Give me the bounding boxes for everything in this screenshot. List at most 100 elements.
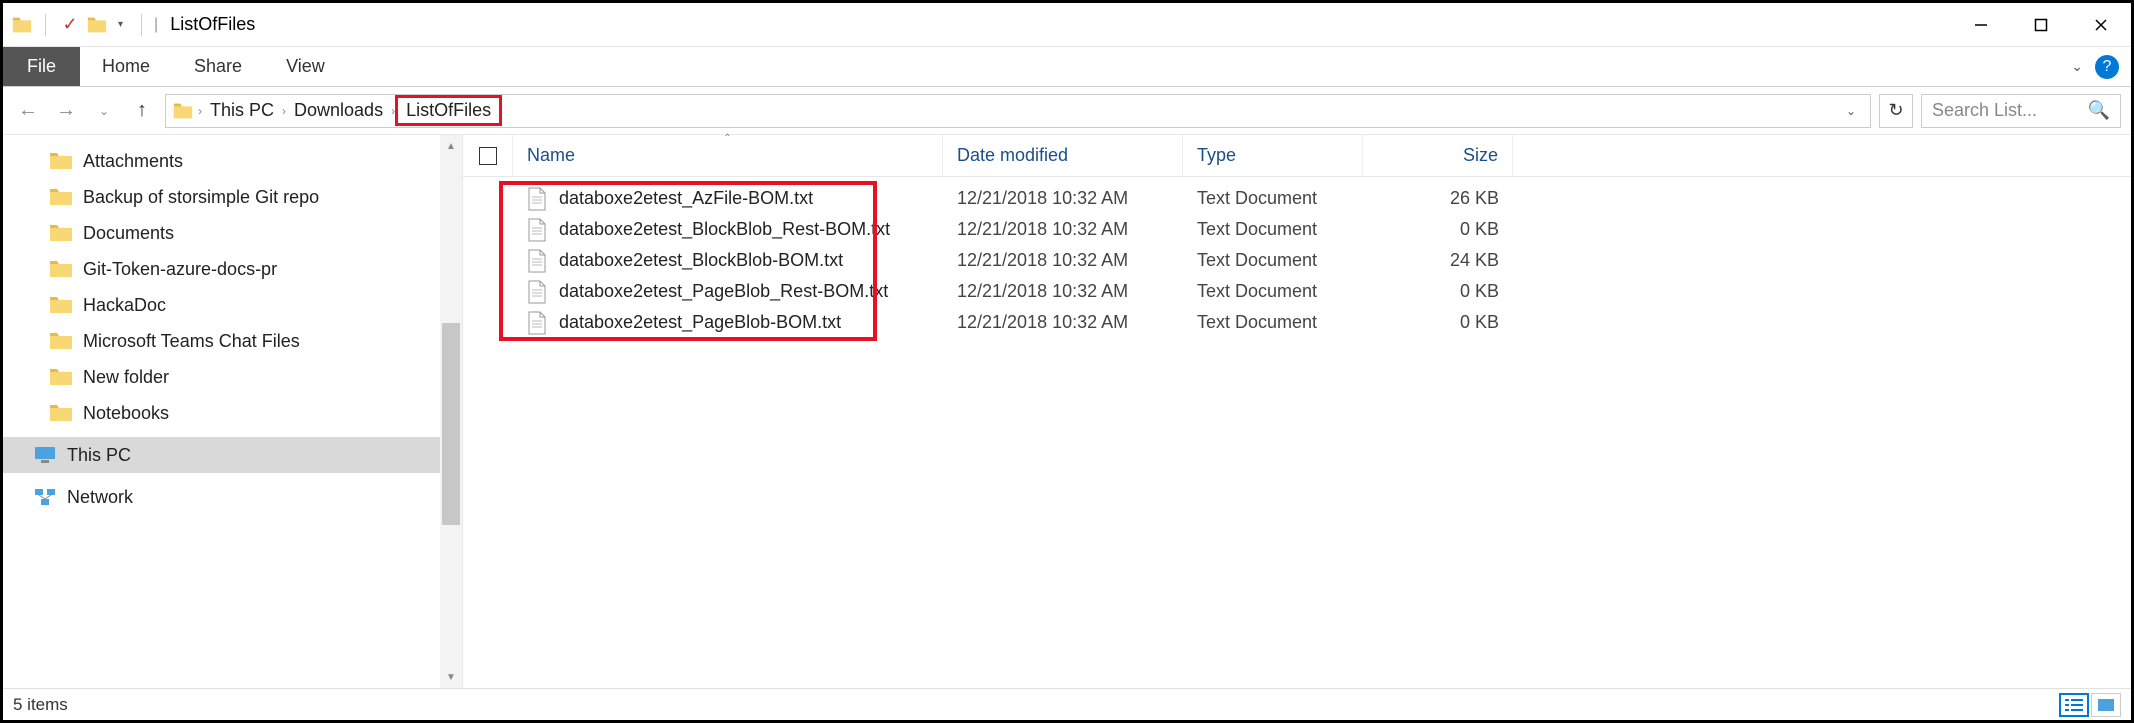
close-button[interactable]	[2071, 3, 2131, 47]
up-button[interactable]: ↑	[127, 96, 157, 126]
sidebar-item[interactable]: New folder	[3, 359, 462, 395]
sidebar-item-label: Attachments	[83, 151, 183, 172]
column-date[interactable]: Date modified	[943, 135, 1183, 176]
search-placeholder: Search List...	[1932, 100, 2037, 121]
file-date: 12/21/2018 10:32 AM	[943, 312, 1183, 333]
details-view-button[interactable]	[2059, 693, 2089, 717]
file-row[interactable]: databoxe2etest_BlockBlob_Rest-BOM.txt 12…	[463, 214, 2131, 245]
file-list: databoxe2etest_AzFile-BOM.txt 12/21/2018…	[463, 177, 2131, 338]
file-size: 26 KB	[1363, 188, 1513, 209]
breadcrumb[interactable]: This PC	[202, 100, 282, 121]
file-name: databoxe2etest_BlockBlob-BOM.txt	[559, 250, 843, 271]
column-checkbox[interactable]	[463, 135, 513, 176]
separator	[141, 14, 142, 36]
file-row[interactable]: databoxe2etest_AzFile-BOM.txt 12/21/2018…	[463, 183, 2131, 214]
file-row[interactable]: databoxe2etest_PageBlob-BOM.txt 12/21/20…	[463, 307, 2131, 338]
back-button[interactable]: ←	[13, 96, 43, 126]
folder-icon	[49, 151, 73, 171]
recent-dropdown-icon[interactable]: ⌄	[89, 96, 119, 126]
new-folder-icon[interactable]	[86, 14, 108, 36]
file-row[interactable]: databoxe2etest_BlockBlob-BOM.txt 12/21/2…	[463, 245, 2131, 276]
thumbnails-view-button[interactable]	[2091, 693, 2121, 717]
address-dropdown-icon[interactable]: ⌄	[1838, 104, 1864, 118]
maximize-button[interactable]	[2011, 3, 2071, 47]
file-date: 12/21/2018 10:32 AM	[943, 250, 1183, 271]
sidebar-item[interactable]: Documents	[3, 215, 462, 251]
ribbon-expand-icon[interactable]: ⌄	[2071, 58, 2083, 75]
folder-icon	[49, 331, 73, 351]
file-type: Text Document	[1183, 281, 1363, 302]
title-separator: |	[154, 16, 158, 34]
sidebar-item-label: HackaDoc	[83, 295, 166, 316]
folder-icon	[49, 223, 73, 243]
refresh-button[interactable]: ↻	[1879, 94, 1913, 128]
sidebar-item[interactable]: Backup of storsimple Git repo	[3, 179, 462, 215]
help-icon[interactable]: ?	[2095, 55, 2119, 79]
breadcrumb[interactable]: Downloads	[286, 100, 391, 121]
file-type: Text Document	[1183, 219, 1363, 240]
breadcrumb-current[interactable]: ListOfFiles	[395, 95, 502, 126]
minimize-button[interactable]	[1951, 3, 2011, 47]
sidebar-scrollbar[interactable]: ▲ ▼	[440, 135, 462, 688]
status-text: 5 items	[13, 695, 68, 715]
sidebar-item[interactable]: Notebooks	[3, 395, 462, 431]
file-type: Text Document	[1183, 312, 1363, 333]
sidebar-item-label: Documents	[83, 223, 174, 244]
sidebar-item-label: This PC	[67, 445, 131, 466]
tab-view[interactable]: View	[264, 47, 347, 86]
column-name[interactable]: ⌃Name	[513, 135, 943, 176]
sort-asc-icon: ⌃	[723, 133, 731, 144]
text-file-icon	[527, 280, 547, 304]
file-size: 0 KB	[1363, 312, 1513, 333]
column-size[interactable]: Size	[1363, 135, 1513, 176]
folder-icon	[49, 295, 73, 315]
sidebar-item-this-pc[interactable]: This PC	[3, 437, 462, 473]
file-name: databoxe2etest_PageBlob-BOM.txt	[559, 312, 841, 333]
folder-icon	[49, 259, 73, 279]
navigation-pane: Attachments Backup of storsimple Git rep…	[3, 135, 463, 688]
checkbox-icon[interactable]	[479, 147, 497, 165]
sidebar-item[interactable]: Attachments	[3, 143, 462, 179]
view-switcher	[2059, 693, 2121, 717]
scroll-down-icon[interactable]: ▼	[440, 666, 462, 688]
ribbon: File Home Share View ⌄ ?	[3, 47, 2131, 87]
text-file-icon	[527, 249, 547, 273]
sidebar-item[interactable]: Git-Token-azure-docs-pr	[3, 251, 462, 287]
text-file-icon	[527, 311, 547, 335]
column-type[interactable]: Type	[1183, 135, 1363, 176]
tab-home[interactable]: Home	[80, 47, 172, 86]
file-date: 12/21/2018 10:32 AM	[943, 188, 1183, 209]
file-size: 0 KB	[1363, 281, 1513, 302]
file-name: databoxe2etest_AzFile-BOM.txt	[559, 188, 813, 209]
file-date: 12/21/2018 10:32 AM	[943, 281, 1183, 302]
file-row[interactable]: databoxe2etest_PageBlob_Rest-BOM.txt 12/…	[463, 276, 2131, 307]
qat-dropdown-icon[interactable]: ▾	[112, 19, 129, 30]
tab-share[interactable]: Share	[172, 47, 264, 86]
file-size: 0 KB	[1363, 219, 1513, 240]
address-row: ← → ⌄ ↑ › This PC › Downloads › ListOfFi…	[3, 87, 2131, 135]
quick-access-toolbar: ✓ ▾ | ListOfFiles	[3, 13, 255, 37]
forward-button[interactable]: →	[51, 96, 81, 126]
search-input[interactable]: Search List... 🔍	[1921, 94, 2121, 128]
sidebar-item-label: Network	[67, 487, 133, 508]
sidebar-item-label: Microsoft Teams Chat Files	[83, 331, 300, 352]
sidebar-item[interactable]: Microsoft Teams Chat Files	[3, 323, 462, 359]
folder-icon	[11, 14, 33, 36]
separator	[45, 14, 46, 36]
sidebar-item-network[interactable]: Network	[3, 479, 462, 515]
window-title: ListOfFiles	[170, 14, 255, 35]
network-icon	[33, 487, 57, 507]
file-name: databoxe2etest_PageBlob_Rest-BOM.txt	[559, 281, 888, 302]
scroll-up-icon[interactable]: ▲	[440, 135, 462, 157]
main-area: Attachments Backup of storsimple Git rep…	[3, 135, 2131, 688]
window-controls	[1951, 3, 2131, 47]
properties-icon[interactable]: ✓	[58, 13, 82, 37]
column-headers: ⌃Name Date modified Type Size	[463, 135, 2131, 177]
sidebar-item[interactable]: HackaDoc	[3, 287, 462, 323]
folder-tree: Attachments Backup of storsimple Git rep…	[3, 135, 462, 688]
text-file-icon	[527, 218, 547, 242]
tab-file[interactable]: File	[3, 47, 80, 86]
address-bar[interactable]: › This PC › Downloads › ListOfFiles ⌄	[165, 94, 1871, 128]
scroll-thumb[interactable]	[442, 323, 460, 525]
file-name: databoxe2etest_BlockBlob_Rest-BOM.txt	[559, 219, 890, 240]
